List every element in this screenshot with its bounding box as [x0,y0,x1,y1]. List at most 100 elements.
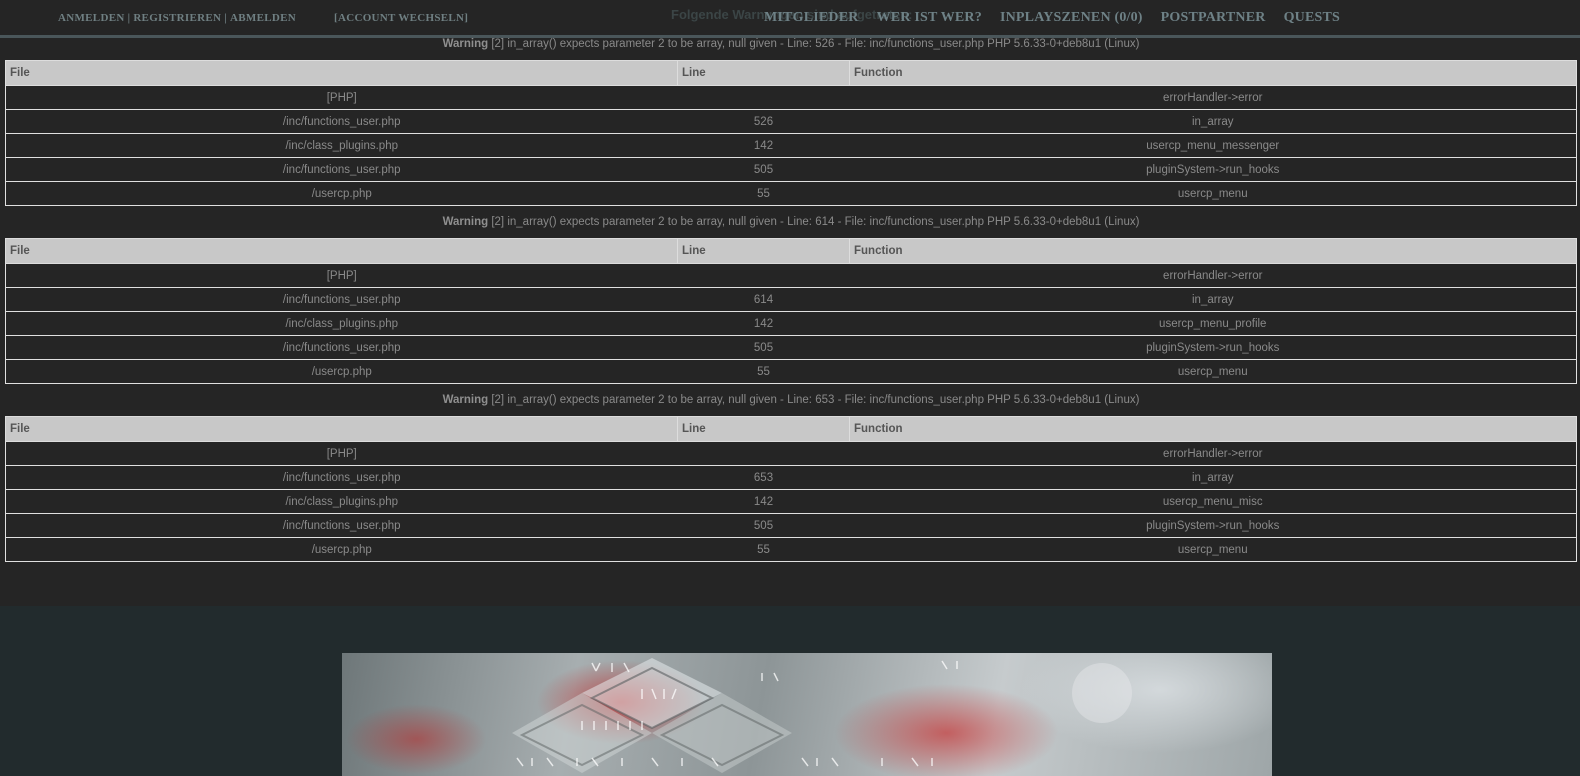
table-row: /usercp.php 55 usercp_menu [5,359,1577,384]
table-row: /inc/class_plugins.php 142 usercp_menu_mes… [5,133,1577,158]
cell-line: 55 [677,537,850,562]
table-row: /inc/class_plugins.php 142 usercp_menu_mis… [5,489,1577,514]
warning-block: Warning [2] in_array() expects parameter… [5,38,1577,206]
column-file: File [5,60,678,86]
cell-function: pluginSystem->run_hooks [849,335,1577,360]
cell-line: 614 [677,287,850,312]
account-switch-link[interactable]: [ACCOUNT WECHSELN] [334,12,468,24]
warning-label: Warning [442,216,489,228]
cell-line [677,441,850,466]
cell-function: in_array [849,287,1577,312]
cell-line: 505 [677,513,850,538]
column-line: Line [677,60,850,86]
warning-block: Warning [2] in_array() expects parameter… [5,394,1577,562]
warning-text: [2] in_array() expects parameter 2 to be… [491,38,1140,50]
cell-file: /usercp.php [5,537,678,562]
table-row: [PHP] errorHandler->error [5,263,1577,288]
table-row: /inc/class_plugins.php 142 usercp_menu_pro… [5,311,1577,336]
table-row: /inc/functions_user.php 526 in_array [5,109,1577,134]
logout-link[interactable]: ABMELDEN [230,12,296,24]
table-row: /inc/functions_user.php 614 in_array [5,287,1577,312]
backtrace-table: File Line Function [PHP] errorHandler->er… [5,60,1577,206]
column-file: File [5,416,678,442]
cell-file: /usercp.php [5,181,678,206]
warning-label: Warning [442,38,489,50]
cell-function: usercp_menu_profile [849,311,1577,336]
cell-file: [PHP] [5,85,678,110]
warning-message: Warning [2] in_array() expects parameter… [5,394,1577,416]
cell-file: /inc/functions_user.php [5,335,678,360]
cell-function: in_array [849,465,1577,490]
cell-function: in_array [849,109,1577,134]
warning-text: [2] in_array() expects parameter 2 to be… [491,394,1140,406]
column-line: Line [677,416,850,442]
table-row: /inc/functions_user.php 505 pluginSystem->… [5,513,1577,538]
cell-file: /inc/functions_user.php [5,109,678,134]
cell-function: usercp_menu [849,537,1577,562]
table-row: /inc/functions_user.php 505 pluginSystem->… [5,157,1577,182]
cell-file: /usercp.php [5,359,678,384]
main-nav: MITGLIEDER WER IST WER? INPLAYSZENEN (0/… [764,10,1340,26]
header-banner-image [342,653,1272,776]
banner-artwork [512,658,1132,773]
cell-file: /inc/class_plugins.php [5,133,678,158]
top-navigation-bar: ANMELDEN | REGISTRIEREN | ABMELDEN [ACCOUNT … [0,0,1580,38]
cell-file: [PHP] [5,441,678,466]
cell-line: 505 [677,157,850,182]
column-file: File [5,238,678,264]
table-row: [PHP] errorHandler->error [5,441,1577,466]
column-line: Line [677,238,850,264]
link-separator: | [127,12,131,24]
nav-inplay-scenes[interactable]: INPLAYSZENEN (0/0) [1000,10,1143,26]
cell-function: errorHandler->error [849,441,1577,466]
table-header-row: File Line Function [5,238,1577,264]
table-header-row: File Line Function [5,60,1577,86]
cell-function: usercp_menu_messenger [849,133,1577,158]
cell-file: /inc/functions_user.php [5,465,678,490]
cell-function: usercp_menu [849,359,1577,384]
table-row: /usercp.php 55 usercp_menu [5,181,1577,206]
cell-function: pluginSystem->run_hooks [849,513,1577,538]
cell-line: 505 [677,335,850,360]
account-links: ANMELDEN | REGISTRIEREN | ABMELDEN [58,12,296,24]
register-link[interactable]: REGISTRIEREN [133,12,221,24]
cell-line: 653 [677,465,850,490]
column-function: Function [849,60,1577,86]
table-row: /inc/functions_user.php 653 in_array [5,465,1577,490]
link-separator: | [224,12,228,24]
nav-who-is-who[interactable]: WER IST WER? [877,10,982,26]
table-row: /usercp.php 55 usercp_menu [5,537,1577,562]
nav-post-partner[interactable]: POSTPARTNER [1161,10,1266,26]
cell-function: errorHandler->error [849,263,1577,288]
warning-message: Warning [2] in_array() expects parameter… [5,38,1577,60]
cell-file: /inc/functions_user.php [5,513,678,538]
cell-file: [PHP] [5,263,678,288]
cell-line: 142 [677,489,850,514]
column-function: Function [849,416,1577,442]
column-function: Function [849,238,1577,264]
backtrace-table: File Line Function [PHP] errorHandler->er… [5,238,1577,384]
table-row: [PHP] errorHandler->error [5,85,1577,110]
table-header-row: File Line Function [5,416,1577,442]
nav-members[interactable]: MITGLIEDER [764,10,859,26]
cell-file: /inc/class_plugins.php [5,489,678,514]
backtrace-table: File Line Function [PHP] errorHandler->er… [5,416,1577,562]
cell-line [677,263,850,288]
table-row: /inc/functions_user.php 505 pluginSystem->… [5,335,1577,360]
cell-file: /inc/class_plugins.php [5,311,678,336]
warning-block: Warning [2] in_array() expects parameter… [5,216,1577,384]
warning-message: Warning [2] in_array() expects parameter… [5,216,1577,238]
cell-function: usercp_menu_misc [849,489,1577,514]
cell-function: pluginSystem->run_hooks [849,157,1577,182]
warning-text: [2] in_array() expects parameter 2 to be… [491,216,1140,228]
cell-line: 55 [677,181,850,206]
cell-line [677,85,850,110]
nav-quests[interactable]: QUESTS [1284,10,1340,26]
cell-function: errorHandler->error [849,85,1577,110]
warning-label: Warning [442,394,489,406]
cell-file: /inc/functions_user.php [5,287,678,312]
cell-line: 526 [677,109,850,134]
login-link[interactable]: ANMELDEN [58,12,125,24]
cell-line: 55 [677,359,850,384]
cell-line: 142 [677,133,850,158]
